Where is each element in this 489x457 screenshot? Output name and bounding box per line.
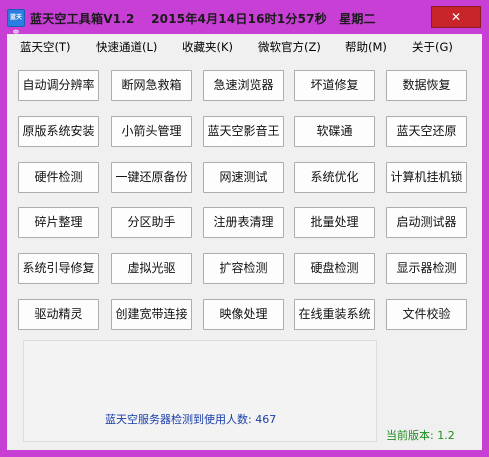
- app-window: 蓝天空 蓝天空工具箱V1.2 2015年4月14日16时1分57秒 星期二 ✕ …: [0, 0, 489, 457]
- registry-cleaner-button[interactable]: 注册表清理: [203, 207, 284, 238]
- capacity-check-button[interactable]: 扩容检测: [203, 253, 284, 284]
- menu-microsoft-official[interactable]: 微软官方(Z): [258, 39, 321, 55]
- fast-browser-button[interactable]: 急速浏览器: [203, 70, 284, 101]
- network-rescue-button[interactable]: 断网急救箱: [111, 70, 192, 101]
- partition-assistant-button[interactable]: 分区助手: [111, 207, 192, 238]
- one-key-backup-button[interactable]: 一键还原备份: [111, 162, 192, 193]
- window-title: 蓝天空工具箱V1.2 2015年4月14日16时1分57秒 星期二: [30, 12, 376, 26]
- app-logo-icon: 蓝天空: [7, 9, 25, 37]
- menu-help[interactable]: 帮助(M): [345, 39, 387, 55]
- computer-lock-button[interactable]: 计算机挂机锁: [386, 162, 467, 193]
- ultraiso-button[interactable]: 软碟通: [294, 116, 375, 147]
- boot-repair-button[interactable]: 系统引导修复: [18, 253, 99, 284]
- batch-process-button[interactable]: 批量处理: [294, 207, 375, 238]
- data-recovery-button[interactable]: 数据恢复: [386, 70, 467, 101]
- user-count-label: 蓝天空服务器检测到使用人数: 467: [105, 413, 277, 426]
- menu-quick-access[interactable]: 快速通道(L): [96, 39, 157, 55]
- broadband-connection-button[interactable]: 创建宽带连接: [111, 299, 192, 330]
- system-optimize-button[interactable]: 系统优化: [294, 162, 375, 193]
- shortcut-arrow-manager-button[interactable]: 小箭头管理: [111, 116, 192, 147]
- close-button[interactable]: ✕: [431, 6, 481, 28]
- auto-resolution-button[interactable]: 自动调分辨率: [18, 70, 99, 101]
- menu-lantiankong[interactable]: 蓝天空(T): [20, 39, 71, 55]
- driver-genius-button[interactable]: 驱动精灵: [18, 299, 99, 330]
- version-label: 当前版本: 1.2: [386, 429, 455, 442]
- boot-tester-button[interactable]: 启动测试器: [386, 207, 467, 238]
- defrag-button[interactable]: 碎片整理: [18, 207, 99, 238]
- bad-sector-repair-button[interactable]: 坏道修复: [294, 70, 375, 101]
- online-reinstall-button[interactable]: 在线重装系统: [294, 299, 375, 330]
- media-player-button[interactable]: 蓝天空影音王: [203, 116, 284, 147]
- menu-favorites[interactable]: 收藏夹(K): [182, 39, 233, 55]
- title-bar[interactable]: 蓝天空 蓝天空工具箱V1.2 2015年4月14日16时1分57秒 星期二 ✕: [0, 0, 489, 37]
- hardware-check-button[interactable]: 硬件检测: [18, 162, 99, 193]
- image-processing-button[interactable]: 映像处理: [203, 299, 284, 330]
- speed-test-button[interactable]: 网速测试: [203, 162, 284, 193]
- file-checksum-button[interactable]: 文件校验: [386, 299, 467, 330]
- virtual-drive-button[interactable]: 虚拟光驱: [111, 253, 192, 284]
- monitor-check-button[interactable]: 显示器检测: [386, 253, 467, 284]
- original-system-install-button[interactable]: 原版系统安装: [18, 116, 99, 147]
- client-area: 蓝天空(T) 快速通道(L) 收藏夹(K) 微软官方(Z) 帮助(M) 关于(G…: [7, 34, 482, 450]
- system-restore-button[interactable]: 蓝天空还原: [386, 116, 467, 147]
- disk-check-button[interactable]: 硬盘检测: [294, 253, 375, 284]
- menu-about[interactable]: 关于(G): [412, 39, 453, 55]
- menu-bar: 蓝天空(T) 快速通道(L) 收藏夹(K) 微软官方(Z) 帮助(M) 关于(G…: [7, 34, 482, 58]
